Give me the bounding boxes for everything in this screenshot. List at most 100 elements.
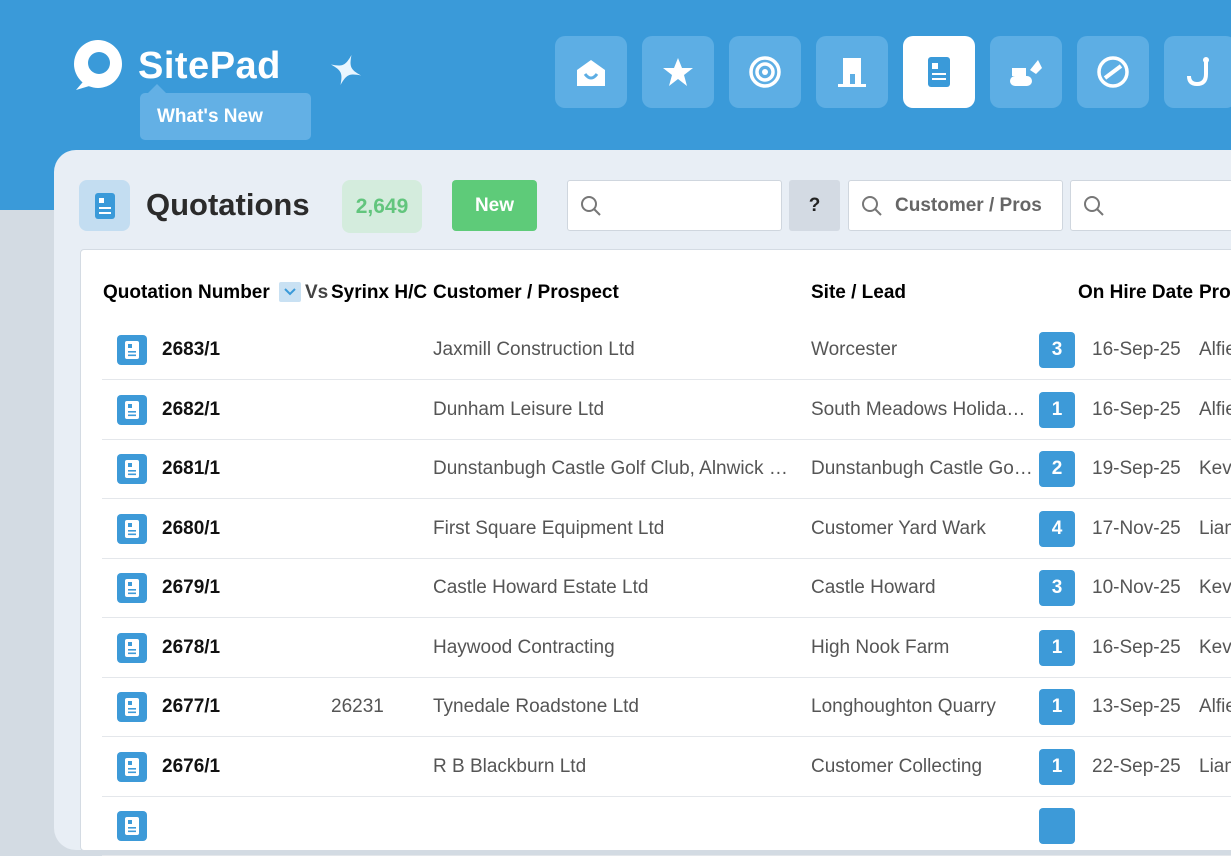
target-icon [749, 56, 781, 88]
line-count-badge: 1 [1039, 748, 1075, 785]
header-customer[interactable]: Customer / Prospect [433, 282, 619, 304]
quotation-number[interactable]: 2677/1 [162, 696, 220, 718]
search-icon [1084, 195, 1104, 216]
site-name: Customer Collecting [811, 755, 983, 777]
site-name: Customer Yard Wark [811, 517, 986, 539]
on-hire-date: 17-Nov-25 [1092, 517, 1181, 539]
line-count-badge [1039, 808, 1075, 844]
on-hire-date: 16-Sep-25 [1092, 636, 1181, 658]
quotation-number[interactable]: 2676/1 [162, 756, 220, 778]
customer-name: Dunstanbugh Castle Golf Club, Alnwick Ro… [433, 458, 800, 479]
quotation-icon [125, 757, 139, 776]
on-hire-date: 22-Sep-25 [1092, 755, 1181, 777]
quotation-row-icon[interactable] [117, 692, 147, 722]
line-count-badge: 1 [1039, 689, 1075, 725]
quotation-icon [125, 638, 139, 657]
page-icon [79, 180, 130, 231]
nav-home-button[interactable] [555, 36, 627, 108]
nav-targets-button[interactable] [729, 36, 801, 108]
nav-favourites-button[interactable] [642, 36, 714, 108]
header-syrinx-hc[interactable]: Syrinx H/C [331, 282, 427, 304]
header-vs[interactable]: Vs [305, 282, 328, 304]
quotation-number[interactable]: 2682/1 [162, 399, 220, 421]
quotation-row-icon[interactable] [117, 573, 147, 603]
on-hire-date: 10-Nov-25 [1092, 577, 1181, 598]
quotation-row-icon[interactable] [117, 454, 147, 484]
site-search-input[interactable] [1070, 180, 1231, 231]
search-icon [862, 195, 882, 216]
quotation-search-input[interactable] [567, 180, 782, 231]
app-logo[interactable]: SitePad [70, 36, 281, 96]
app-name: SitePad [138, 44, 281, 87]
building-icon [838, 58, 866, 87]
nav-lifting-button[interactable] [1164, 36, 1231, 108]
quotation-number[interactable]: 2681/1 [162, 458, 220, 480]
quotation-number[interactable]: 2678/1 [162, 637, 220, 659]
table-row[interactable]: 2676/1 R B Blackburn Ltd Customer Collecti… [102, 737, 1231, 797]
machinery-icon [1010, 60, 1042, 86]
header-site[interactable]: Site / Lead [811, 282, 906, 304]
nav-machinery-button[interactable] [990, 36, 1062, 108]
search-help-button[interactable]: ? [789, 180, 840, 231]
record-count-badge: 2,649 [342, 180, 422, 233]
line-count-badge: 3 [1039, 332, 1075, 368]
table-row[interactable]: 2683/1 Jaxmill Construction Ltd Worcester 3… [102, 320, 1231, 380]
table-row[interactable]: 2680/1 First Square Equipment Ltd Customer… [102, 499, 1231, 559]
nav-sites-button[interactable] [816, 36, 888, 108]
quotation-number[interactable]: 2683/1 [162, 339, 220, 361]
table-row[interactable]: 2679/1 Castle Howard Estate Ltd Castle How… [102, 558, 1231, 618]
prospect-owner: Alfie [1199, 696, 1231, 717]
table-row[interactable]: 2681/1 Dunstanbugh Castle Golf Club, Alnw… [102, 439, 1231, 499]
quotation-icon [125, 519, 139, 538]
quotation-icon [94, 192, 115, 219]
star-icon [663, 58, 693, 86]
whats-new-button[interactable]: What's New [140, 84, 311, 140]
quotation-icon [125, 400, 139, 419]
sort-toggle-button[interactable] [279, 282, 301, 302]
site-name: Dunstanbugh Castle Golf Club [811, 458, 1033, 479]
table-row[interactable]: 2677/1 26231 Tynedale Roadstone Ltd Longhou… [102, 677, 1231, 737]
customer-name: Castle Howard Estate Ltd [433, 577, 649, 598]
customer-name: Tynedale Roadstone Ltd [433, 696, 639, 717]
quotation-row-icon[interactable] [117, 513, 147, 544]
customer-search-input[interactable]: Customer / Pros [848, 180, 1063, 231]
prospect-owner: Kevin [1199, 636, 1231, 658]
line-count-badge: 1 [1039, 629, 1075, 666]
on-hire-date: 16-Sep-25 [1092, 339, 1181, 360]
line-count-badge: 4 [1039, 510, 1075, 547]
nav-quotations-button[interactable] [903, 36, 975, 108]
table-row[interactable] [102, 796, 1231, 856]
quotation-icon [125, 341, 139, 359]
sparkle-icon[interactable] [328, 52, 364, 88]
line-count-badge: 1 [1039, 391, 1075, 428]
table-row[interactable]: 2682/1 Dunham Leisure Ltd South Meadows Ho… [102, 380, 1231, 440]
customer-name: First Square Equipment Ltd [433, 517, 665, 539]
quotation-number[interactable]: 2680/1 [162, 518, 220, 540]
quotation-row-icon[interactable] [117, 394, 147, 425]
quotation-icon [125, 579, 139, 597]
site-name: Longhoughton Quarry [811, 696, 996, 717]
on-hire-date: 16-Sep-25 [1092, 398, 1181, 420]
customer-name: Dunham Leisure Ltd [433, 398, 605, 420]
sitepad-logo-icon [74, 40, 124, 90]
customer-name: R B Blackburn Ltd [433, 755, 587, 777]
header-pro[interactable]: Pro [1199, 282, 1231, 304]
nav-links-button[interactable] [1077, 36, 1149, 108]
header-on-hire-date[interactable]: On Hire Date [1078, 282, 1193, 304]
quotation-row-icon[interactable] [117, 751, 147, 782]
quotation-icon [125, 698, 139, 716]
home-icon [577, 60, 605, 86]
header-quotation-number[interactable]: Quotation Number [103, 282, 270, 304]
quotation-row-icon[interactable] [117, 632, 147, 663]
quotation-row-icon[interactable] [117, 811, 147, 841]
site-name: Worcester [811, 339, 898, 360]
prospect-owner: Alfie [1199, 339, 1231, 360]
page-title: Quotations [146, 187, 310, 222]
new-quotation-button[interactable]: New [452, 180, 537, 231]
prospect-owner: Liam [1199, 517, 1231, 539]
prospect-owner: Alfie [1199, 398, 1231, 420]
table-row[interactable]: 2678/1 Haywood Contracting High Nook Farm 1… [102, 618, 1231, 678]
quotation-number[interactable]: 2679/1 [162, 577, 220, 599]
chevron-down-icon [284, 288, 296, 296]
quotation-row-icon[interactable] [117, 335, 147, 365]
